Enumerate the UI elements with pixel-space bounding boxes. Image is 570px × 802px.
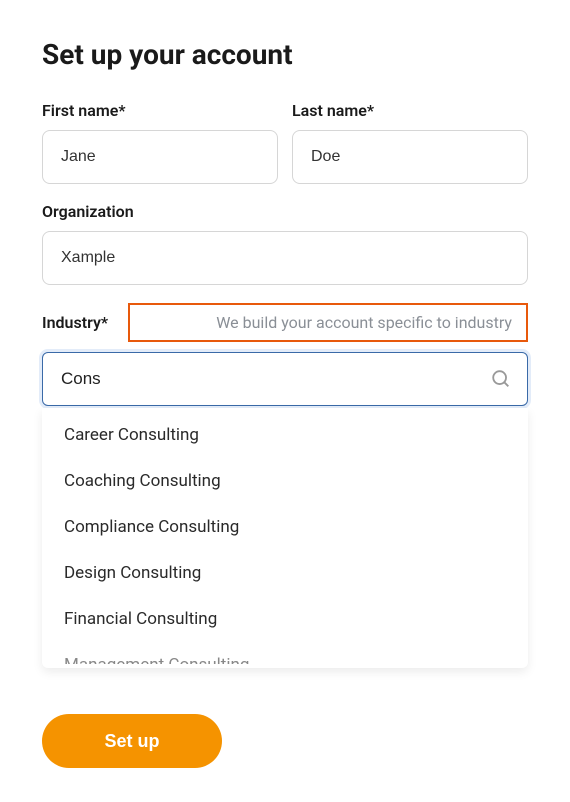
first-name-label: First name* xyxy=(42,101,278,120)
dropdown-item[interactable]: Compliance Consulting xyxy=(42,504,528,550)
search-icon xyxy=(490,368,512,390)
dropdown-item[interactable]: Coaching Consulting xyxy=(42,458,528,504)
industry-label: Industry* xyxy=(42,313,108,332)
setup-button[interactable]: Set up xyxy=(42,714,222,768)
industry-dropdown: Career Consulting Coaching Consulting Co… xyxy=(42,408,528,668)
industry-dropdown-scroll[interactable]: Career Consulting Coaching Consulting Co… xyxy=(42,408,528,668)
industry-search-input[interactable] xyxy=(42,352,528,406)
industry-helper-callout: We build your account specific to indust… xyxy=(128,303,528,342)
dropdown-item[interactable]: Design Consulting xyxy=(42,550,528,596)
organization-input[interactable] xyxy=(42,231,528,285)
last-name-input[interactable] xyxy=(292,130,528,184)
industry-helper-text: We build your account specific to indust… xyxy=(216,313,512,332)
organization-label: Organization xyxy=(42,202,528,221)
first-name-input[interactable] xyxy=(42,130,278,184)
dropdown-item[interactable]: Career Consulting xyxy=(42,412,528,458)
page-title: Set up your account xyxy=(42,38,528,71)
dropdown-item[interactable]: Financial Consulting xyxy=(42,596,528,642)
dropdown-item[interactable]: Management Consulting xyxy=(42,642,528,664)
last-name-label: Last name* xyxy=(292,101,528,120)
